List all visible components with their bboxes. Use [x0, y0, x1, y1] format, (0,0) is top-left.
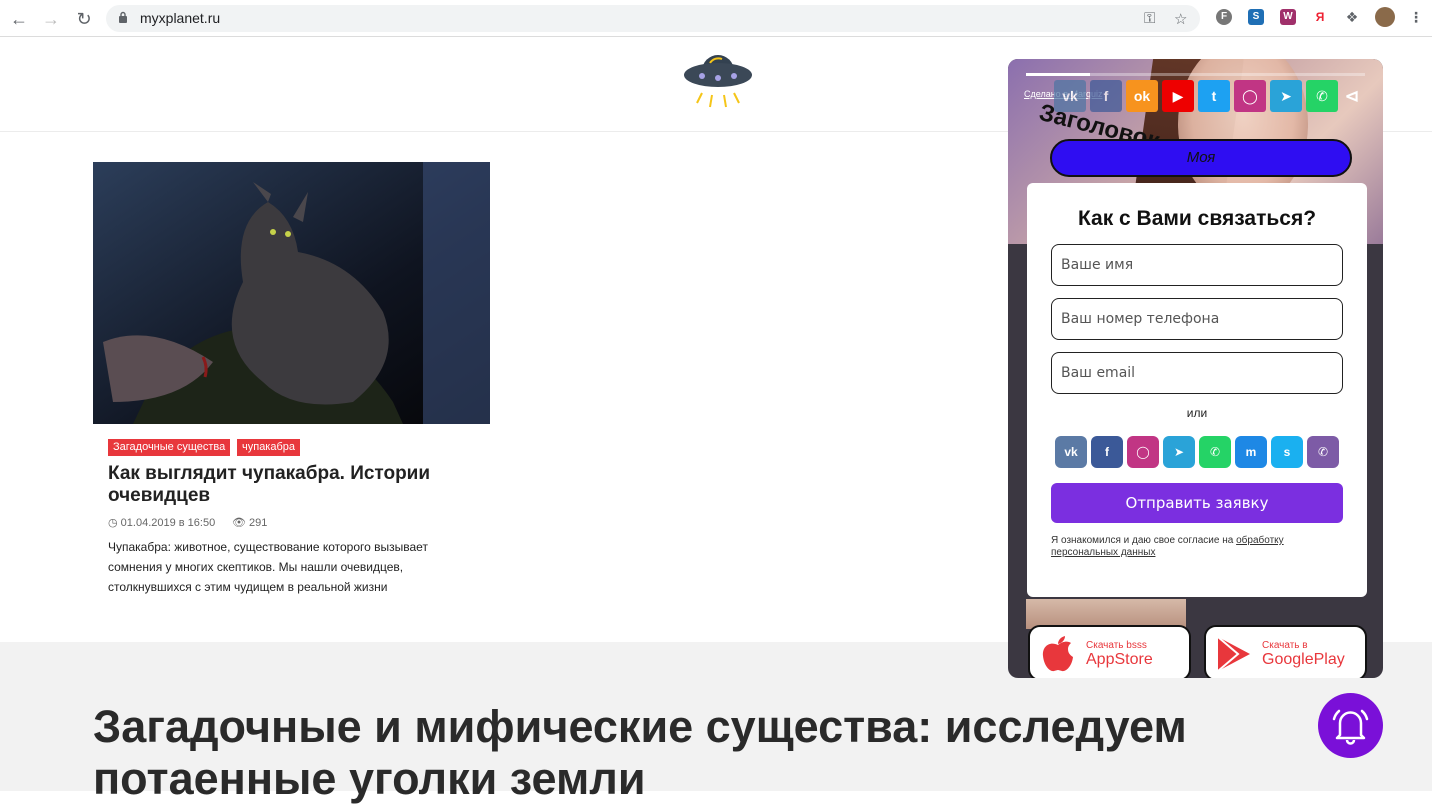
name-field[interactable]: Ваше имя	[1051, 244, 1343, 286]
odnoklassniki-share-icon[interactable]: ok	[1126, 80, 1158, 112]
telegram-contact-icon[interactable]: ➤	[1163, 436, 1195, 468]
date-text: 01.04.2019 в 16:50	[120, 517, 216, 529]
twitter-share-icon[interactable]: t	[1198, 80, 1230, 112]
tag-chupacabra[interactable]: чупакабра	[237, 439, 301, 456]
instagram-share-icon[interactable]: ◯	[1234, 80, 1266, 112]
back-icon[interactable]: ←	[8, 8, 30, 30]
google-play-icon	[1217, 636, 1250, 672]
messenger-contact-icon[interactable]: m	[1235, 436, 1267, 468]
menu-dots-icon[interactable]: ⋮	[1408, 9, 1424, 25]
phone-field[interactable]: Ваш номер телефона	[1051, 298, 1343, 340]
clock-icon: ◷	[108, 517, 118, 529]
facebook-share-icon[interactable]: f	[1090, 80, 1122, 112]
appstore-button[interactable]: Скачать bsss AppStore	[1028, 625, 1191, 678]
answer-pill-button[interactable]: Моя	[1050, 139, 1352, 177]
reload-icon[interactable]: ↻	[73, 8, 95, 30]
bell-icon	[1332, 709, 1369, 745]
facebook-contact-icon[interactable]: f	[1091, 436, 1123, 468]
notification-bell-button[interactable]	[1318, 693, 1383, 758]
views-count: 291	[249, 517, 268, 529]
form-title: Как с Вами связаться?	[1077, 207, 1317, 230]
vk-share-icon[interactable]: vk	[1054, 80, 1086, 112]
viber-contact-icon[interactable]: ✆	[1307, 436, 1339, 468]
article-image[interactable]	[93, 162, 490, 424]
ufo-logo-icon[interactable]	[680, 43, 756, 119]
share-icon[interactable]: ⊲	[1340, 80, 1364, 112]
whatsapp-share-icon[interactable]: ✆	[1306, 80, 1338, 112]
forward-icon[interactable]: →	[40, 8, 62, 30]
eye-icon: 👁	[232, 517, 246, 529]
yandex-icon[interactable]: Я	[1312, 9, 1328, 25]
instagram-contact-icon[interactable]: ◯	[1127, 436, 1159, 468]
googleplay-big-label: GooglePlay	[1262, 651, 1345, 668]
avatar[interactable]	[1375, 7, 1395, 27]
address-bar[interactable]: myxplanet.ru ⚿ ☆	[106, 5, 1200, 32]
googleplay-small-label: Скачать в	[1262, 640, 1308, 651]
article-excerpt: Чупакабра: животное, существование котор…	[108, 540, 428, 594]
googleplay-button[interactable]: Скачать в GooglePlay	[1204, 625, 1367, 678]
contact-form: Как с Вами связаться? Ваше имя Ваш номер…	[1027, 183, 1367, 597]
bookmark-star-icon[interactable]: ☆	[1174, 10, 1187, 28]
section-heading: Загадочные и мифические существа: исслед…	[93, 701, 1187, 804]
vk-contact-icon[interactable]: vk	[1055, 436, 1087, 468]
article-title[interactable]: Как выглядит чупакабра. Истории очевидце…	[108, 463, 478, 507]
key-icon[interactable]: ⚿	[1144, 10, 1155, 27]
browser-toolbar: ← → ↻ myxplanet.ru ⚿ ☆ F S W Я ❖ ⋮	[0, 0, 1432, 37]
lock-icon	[119, 11, 127, 23]
url-text: myxplanet.ru	[140, 10, 221, 26]
email-field[interactable]: Ваш email	[1051, 352, 1343, 394]
consent-label: Я ознакомился и даю свое согласие на	[1051, 535, 1237, 546]
widget-progress-bar	[1026, 73, 1365, 76]
telegram-share-icon[interactable]: ➤	[1270, 80, 1302, 112]
skype-contact-icon[interactable]: s	[1271, 436, 1303, 468]
puzzle-icon[interactable]: ❖	[1344, 9, 1360, 25]
youtube-share-icon[interactable]: ▶	[1162, 80, 1194, 112]
consent-text: Я ознакомился и даю свое согласие на обр…	[1051, 535, 1351, 559]
extension-f-icon[interactable]: F	[1216, 9, 1232, 25]
extension-w-icon[interactable]: W	[1280, 9, 1296, 25]
article-date: ◷ 01.04.2019 в 16:50	[108, 516, 215, 529]
apple-icon	[1042, 636, 1073, 672]
appstore-big-label: AppStore	[1086, 651, 1153, 668]
article-views: 👁 291	[232, 516, 267, 529]
quiz-widget: Заголовок Сделано в Marquiz vk f ok ▶ t …	[1008, 59, 1383, 678]
or-label: или	[1186, 406, 1208, 420]
whatsapp-contact-icon[interactable]: ✆	[1199, 436, 1231, 468]
submit-button[interactable]: Отправить заявку	[1051, 483, 1343, 523]
extension-s-icon[interactable]: S	[1248, 9, 1264, 25]
appstore-small-label: Скачать bsss	[1086, 640, 1147, 651]
progress-fill	[1026, 73, 1091, 76]
tag-mysterious-creatures[interactable]: Загадочные существа	[108, 439, 231, 456]
